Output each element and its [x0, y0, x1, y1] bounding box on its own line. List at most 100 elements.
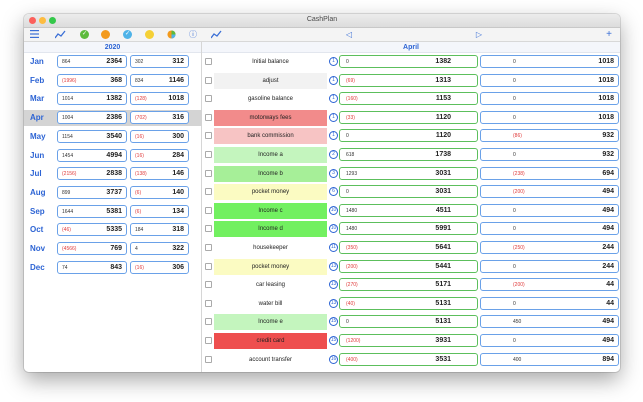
transaction-name[interactable]: adjust — [214, 72, 327, 89]
transaction-name[interactable]: Income a — [214, 147, 327, 163]
account-b-cell[interactable]: (86) 932 — [480, 129, 619, 143]
account-a-cell[interactable]: (200) 5441 — [339, 259, 478, 273]
month-account-a[interactable]: 1644 5381 — [57, 204, 127, 218]
account-a-cell[interactable]: 0 1382 — [339, 55, 478, 68]
month-account-b[interactable]: (16) 306 — [130, 260, 189, 274]
account-a-cell[interactable]: (400) 3531 — [339, 352, 478, 366]
account-b-cell[interactable]: (200) 44 — [480, 278, 619, 292]
account-b-cell[interactable]: 0 44 — [480, 296, 619, 310]
account-b-cell[interactable]: 0 244 — [480, 259, 619, 273]
transaction-row[interactable]: account transfer 16 (400) 3531 400 894 — [202, 351, 620, 369]
month-account-b[interactable]: 4 322 — [130, 242, 189, 255]
month-row-jul[interactable]: Jul (2156) 2838 (138) 146 — [24, 166, 202, 182]
account-b-cell[interactable]: 0 1018 — [480, 92, 619, 106]
month-account-b[interactable]: 834 1146 — [130, 73, 189, 87]
account-a-cell[interactable]: 0 3031 — [339, 185, 478, 199]
account-b-cell[interactable]: (200) 494 — [480, 185, 619, 199]
transaction-row[interactable]: credit card 15 (1200) 3931 0 494 — [202, 332, 620, 350]
transaction-row[interactable]: Initial balance 1 0 1382 0 1018 — [202, 53, 620, 71]
transaction-row[interactable]: Income e 15 0 5131 450 494 — [202, 313, 620, 331]
month-account-b[interactable]: (128) 1018 — [130, 92, 189, 106]
account-a-cell[interactable]: (69) 1313 — [339, 73, 478, 87]
month-account-a[interactable]: (4566) 769 — [57, 242, 127, 255]
row-checkbox[interactable] — [205, 76, 212, 84]
account-b-cell[interactable]: 400 894 — [480, 352, 619, 366]
account-a-cell[interactable]: (1200) 3931 — [339, 334, 478, 347]
transaction-name[interactable]: water bill — [214, 295, 327, 312]
transaction-row[interactable]: Income a 2 618 1738 0 932 — [202, 146, 620, 164]
month-account-b[interactable]: (16) 300 — [130, 129, 189, 143]
row-checkbox[interactable] — [205, 299, 212, 307]
line-chart-icon[interactable] — [53, 30, 66, 40]
account-a-cell[interactable]: (160) 1153 — [339, 92, 478, 106]
account-b-cell[interactable]: 450 494 — [480, 315, 619, 329]
transaction-name[interactable]: Income b — [214, 165, 327, 182]
transaction-name[interactable]: motorways fees — [214, 109, 327, 126]
month-account-a[interactable]: 1014 1382 — [57, 92, 127, 106]
account-b-cell[interactable]: (238) 694 — [480, 166, 619, 180]
transaction-name[interactable]: housekeeper — [214, 240, 327, 256]
month-row-apr[interactable]: Apr 1004 2386 (702) 316 — [24, 110, 202, 127]
next-month-icon[interactable]: ▷ — [474, 30, 484, 40]
transaction-row[interactable]: adjust 1 (69) 1313 0 1018 — [202, 72, 620, 90]
account-b-cell[interactable]: 0 494 — [480, 334, 619, 347]
account-a-cell[interactable]: 1480 5991 — [339, 222, 478, 236]
orange-circle-icon[interactable] — [101, 30, 110, 39]
transaction-row[interactable]: gasoline balance 1 (160) 1153 0 1018 — [202, 90, 620, 108]
month-account-b[interactable]: (138) 146 — [130, 167, 189, 181]
account-a-cell[interactable]: 1293 3031 — [339, 166, 478, 180]
month-account-a[interactable]: 864 2364 — [57, 55, 127, 68]
info-icon[interactable]: ⓘ — [188, 30, 198, 40]
account-a-cell[interactable]: 618 1738 — [339, 148, 478, 161]
account-b-cell[interactable]: 0 1018 — [480, 55, 619, 68]
row-checkbox[interactable] — [205, 281, 212, 289]
row-checkbox[interactable] — [205, 355, 212, 363]
transaction-name[interactable]: car leasing — [214, 277, 327, 294]
account-b-cell[interactable]: 0 494 — [480, 222, 619, 236]
menu-icon[interactable] — [29, 30, 39, 40]
account-a-cell[interactable]: (40) 5131 — [339, 296, 478, 310]
transaction-name[interactable]: bank commission — [214, 128, 327, 145]
transaction-row[interactable]: pocket money 6 0 3031 (200) 494 — [202, 183, 620, 201]
month-row-nov[interactable]: Nov (4566) 769 4 322 — [24, 241, 202, 257]
month-account-a[interactable]: 1454 4994 — [57, 148, 127, 162]
transaction-row[interactable]: housekeeper 11 (350) 5641 (250) 244 — [202, 239, 620, 257]
account-a-cell[interactable]: 0 1120 — [339, 129, 478, 143]
row-checkbox[interactable] — [205, 206, 212, 214]
account-a-cell[interactable]: (350) 5641 — [339, 241, 478, 254]
transaction-row[interactable]: Income b 3 1293 3031 (238) 694 — [202, 165, 620, 183]
row-checkbox[interactable] — [205, 225, 212, 233]
account-a-cell[interactable]: (270) 5171 — [339, 278, 478, 292]
month-row-sep[interactable]: Sep 1644 5381 (6) 134 — [24, 204, 202, 220]
month-account-a[interactable]: 899 3737 — [57, 185, 127, 199]
account-b-cell[interactable]: 0 1018 — [480, 73, 619, 87]
transaction-row[interactable]: car leasing 13 (270) 5171 (200) 44 — [202, 276, 620, 294]
row-checkbox[interactable] — [205, 262, 212, 270]
month-account-b[interactable]: 302 312 — [130, 55, 189, 68]
row-checkbox[interactable] — [205, 318, 212, 326]
month-account-a[interactable]: 1004 2386 — [57, 111, 127, 125]
month-row-may[interactable]: May 1154 3540 (16) 300 — [24, 129, 202, 145]
month-account-b[interactable]: 184 318 — [130, 223, 189, 237]
account-a-cell[interactable]: 1480 4511 — [339, 203, 478, 217]
cyan-check-icon[interactable]: ✓ — [123, 30, 132, 39]
month-account-a[interactable]: (46) 5335 — [57, 223, 127, 237]
account-b-cell[interactable]: 0 932 — [480, 148, 619, 161]
transaction-row[interactable]: Income c 10 1480 4511 0 494 — [202, 202, 620, 220]
month-row-dec[interactable]: Dec 74 843 (16) 306 — [24, 260, 202, 276]
month-row-mar[interactable]: Mar 1014 1382 (128) 1018 — [24, 91, 202, 107]
pie-chart-icon[interactable] — [166, 30, 176, 40]
row-checkbox[interactable] — [205, 95, 212, 103]
row-checkbox[interactable] — [205, 169, 212, 177]
transaction-name[interactable]: credit card — [214, 333, 327, 349]
month-row-oct[interactable]: Oct (46) 5335 184 318 — [24, 222, 202, 238]
transaction-row[interactable]: bank commission 1 0 1120 (86) 932 — [202, 127, 620, 145]
row-checkbox[interactable] — [205, 244, 212, 251]
transaction-row[interactable]: Income d 10 1480 5991 0 494 — [202, 220, 620, 238]
month-account-a[interactable]: 1154 3540 — [57, 129, 127, 143]
transaction-row[interactable]: pocket money 13 (200) 5441 0 244 — [202, 258, 620, 276]
month-row-feb[interactable]: Feb (1996) 368 834 1146 — [24, 73, 202, 89]
add-icon[interactable]: + — [604, 30, 614, 40]
account-b-cell[interactable]: 0 1018 — [480, 110, 619, 124]
row-checkbox[interactable] — [205, 151, 212, 158]
